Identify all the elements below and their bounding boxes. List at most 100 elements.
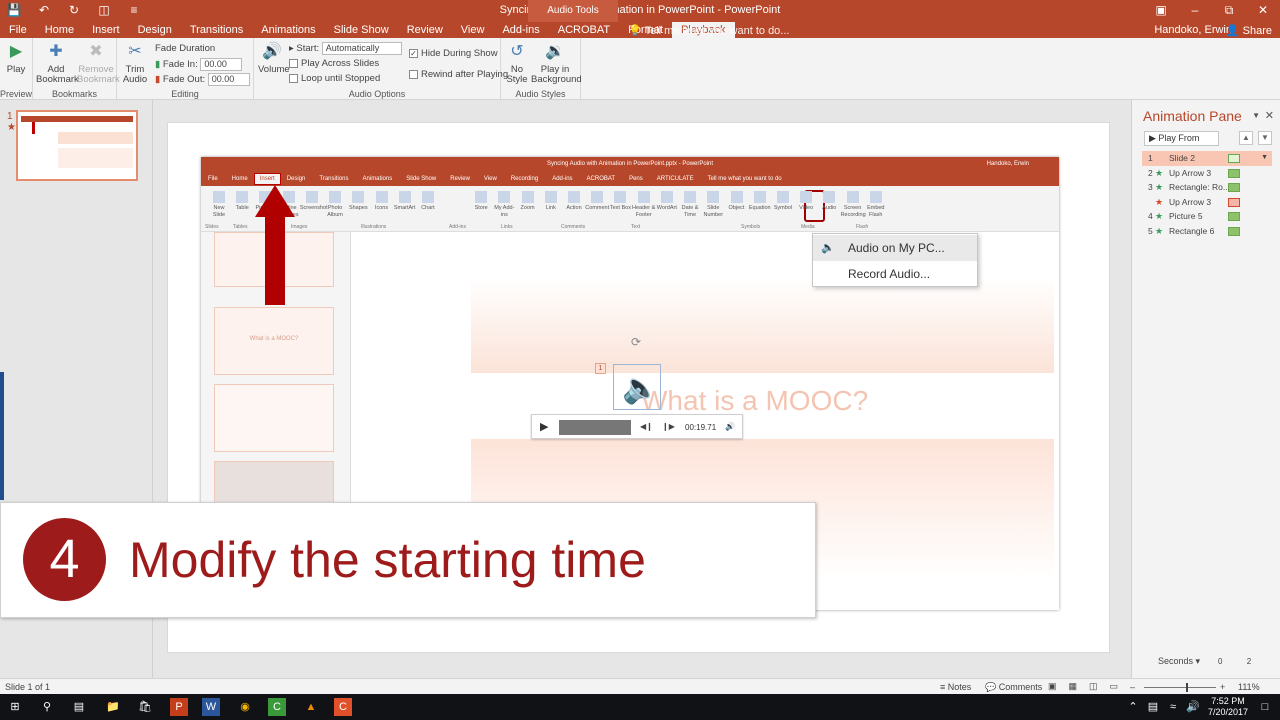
- timing-bar[interactable]: [1228, 168, 1240, 178]
- embedded-btn-label: Symbol: [773, 205, 793, 211]
- timing-bar[interactable]: [1228, 212, 1240, 222]
- clock[interactable]: 7:52 PM 7/20/2017: [1208, 696, 1248, 718]
- timing-bar[interactable]: [1228, 183, 1240, 193]
- zoom-in-icon[interactable]: +: [1220, 682, 1225, 692]
- animation-item[interactable]: 1 Slide 2 ▼: [1142, 151, 1272, 166]
- audio-object[interactable]: 🔈: [613, 364, 661, 410]
- tab-review[interactable]: Review: [398, 22, 452, 38]
- play-from-button[interactable]: ▶ Play From: [1144, 131, 1219, 146]
- tab-home[interactable]: Home: [36, 22, 83, 38]
- zoom-thumb[interactable]: [1186, 683, 1188, 692]
- tab-acrobat[interactable]: ACROBAT: [549, 22, 619, 38]
- embedded-btn-embed-flash: Embed Flash: [864, 191, 888, 219]
- task-view-icon[interactable]: ▤: [70, 698, 88, 716]
- animation-item[interactable]: 2 ★ Up Arrow 3: [1142, 166, 1272, 181]
- play-across-checkbox[interactable]: [289, 58, 298, 68]
- hide-during-checkbox[interactable]: ✓: [409, 48, 418, 58]
- zoom-level[interactable]: 111%: [1238, 682, 1260, 692]
- volume-button[interactable]: 🔊 Volume: [258, 42, 290, 75]
- timing-bar[interactable]: [1228, 197, 1240, 207]
- minimize-icon[interactable]: –: [1178, 0, 1212, 22]
- windows-start-icon[interactable]: ⊞: [6, 698, 24, 716]
- reading-view-icon[interactable]: ◫: [1089, 681, 1098, 692]
- search-icon[interactable]: ⚲: [38, 698, 56, 716]
- pane-close-icon[interactable]: ✕: [1265, 109, 1274, 122]
- animation-item[interactable]: 5 ★ Rectangle 6: [1142, 224, 1272, 239]
- network-icon[interactable]: ▤: [1144, 698, 1162, 716]
- tab-animations[interactable]: Animations: [252, 22, 324, 38]
- player-volume-icon[interactable]: 🔊: [725, 422, 735, 431]
- fade-in-input[interactable]: 00.00: [200, 58, 243, 71]
- file-explorer-icon[interactable]: 📁: [104, 698, 122, 716]
- tab-design[interactable]: Design: [129, 22, 181, 38]
- group-label-bookmarks: Bookmarks: [51, 89, 97, 99]
- chrome-icon[interactable]: ◉: [236, 698, 254, 716]
- play-across-slides[interactable]: Play Across Slides: [289, 58, 379, 69]
- powerpoint-icon[interactable]: P: [170, 698, 188, 716]
- no-style-button[interactable]: ↺ No Style: [505, 42, 529, 85]
- zoom-slider[interactable]: – +: [1130, 682, 1230, 692]
- slide-thumbnail[interactable]: [16, 110, 138, 181]
- play-button[interactable]: ▶ Play: [3, 42, 29, 75]
- start-select[interactable]: Automatically: [321, 42, 402, 55]
- vlc-icon[interactable]: ▲: [302, 698, 320, 716]
- player-progress[interactable]: [559, 420, 631, 435]
- embedded-btn-label: Object: [728, 205, 745, 211]
- move-down-icon[interactable]: ▼: [1258, 131, 1272, 145]
- restore-icon[interactable]: ⧉: [1212, 0, 1246, 22]
- animation-item[interactable]: 4 ★ Picture 5: [1142, 209, 1272, 224]
- tell-me-box[interactable]: 💡 Tell me what you want to do...: [628, 24, 789, 37]
- loop-until-stopped[interactable]: Loop until Stopped: [289, 73, 380, 84]
- play-background-label: Play in Background: [531, 64, 582, 85]
- tab-file[interactable]: File: [0, 22, 36, 38]
- ribbon-display-icon[interactable]: ▣: [1144, 0, 1178, 22]
- remove-bookmark-button[interactable]: ✖ Remove Bookmark: [77, 42, 120, 85]
- item-dropdown-icon[interactable]: ▼: [1261, 151, 1268, 166]
- sorter-view-icon[interactable]: ▦: [1069, 681, 1078, 692]
- record-audio-item[interactable]: Record Audio...: [813, 261, 977, 287]
- tab-transitions[interactable]: Transitions: [181, 22, 252, 38]
- speaker-tray-icon[interactable]: 🔊: [1184, 698, 1202, 716]
- animation-pane-title: Animation Pane: [1143, 108, 1242, 124]
- rewind-after-playing[interactable]: Rewind after Playing: [409, 69, 508, 80]
- normal-view-icon[interactable]: ▣: [1048, 681, 1057, 692]
- tray-up-icon[interactable]: ⌃: [1124, 698, 1142, 716]
- embedded-btn-new-slide: New Slide: [207, 191, 231, 219]
- timing-bar[interactable]: [1228, 154, 1240, 163]
- tab-slide-show[interactable]: Slide Show: [325, 22, 398, 38]
- loop-checkbox[interactable]: [289, 73, 298, 83]
- trim-audio-button[interactable]: ✂ Trim Audio: [121, 42, 149, 85]
- pane-options-icon[interactable]: ▼: [1252, 111, 1260, 120]
- play-in-background-button[interactable]: 🔉 Play in Background: [531, 42, 582, 85]
- add-bookmark-button[interactable]: ✚ Add Bookmark: [36, 42, 79, 85]
- audio-on-my-pc-item[interactable]: 🔈 Audio on My PC...: [813, 235, 977, 261]
- camtasia-icon[interactable]: C: [268, 698, 286, 716]
- tab-view[interactable]: View: [452, 22, 494, 38]
- tab-add-ins[interactable]: Add-ins: [493, 22, 548, 38]
- slideshow-view-icon[interactable]: ▭: [1110, 681, 1119, 692]
- player-back-icon[interactable]: ◀❙: [640, 422, 653, 431]
- animation-item[interactable]: ★ Up Arrow 3: [1142, 195, 1272, 210]
- notes-button[interactable]: ≡ Notes: [940, 682, 971, 692]
- animation-item[interactable]: 3 ★ Rectangle: Ro...: [1142, 180, 1272, 195]
- zoom-out-icon[interactable]: –: [1130, 682, 1135, 692]
- wifi-icon[interactable]: ≈: [1164, 698, 1182, 716]
- move-up-icon[interactable]: ▲: [1239, 131, 1253, 145]
- hide-during-show[interactable]: ✓ Hide During Show: [409, 48, 498, 59]
- fade-out-input[interactable]: 00.00: [207, 73, 250, 86]
- notifications-icon[interactable]: □: [1256, 698, 1274, 716]
- seconds-dropdown[interactable]: Seconds ▾: [1158, 656, 1200, 667]
- user-name[interactable]: Handoko, Erwin: [1154, 24, 1232, 36]
- close-icon[interactable]: ✕: [1246, 0, 1280, 22]
- comments-button[interactable]: 💬 Comments: [985, 682, 1042, 693]
- rewind-checkbox[interactable]: [409, 69, 418, 79]
- store-icon[interactable]: 🛍: [136, 698, 154, 716]
- embedded-tab-view: View: [483, 176, 497, 182]
- timing-bar[interactable]: [1228, 226, 1240, 236]
- player-play-icon[interactable]: ▶: [540, 420, 548, 433]
- snagit-icon[interactable]: C: [334, 698, 352, 716]
- player-forward-icon[interactable]: ❙▶: [662, 422, 675, 431]
- tab-insert[interactable]: Insert: [83, 22, 129, 38]
- share-button[interactable]: 👤 Share: [1226, 24, 1272, 37]
- word-icon[interactable]: W: [202, 698, 220, 716]
